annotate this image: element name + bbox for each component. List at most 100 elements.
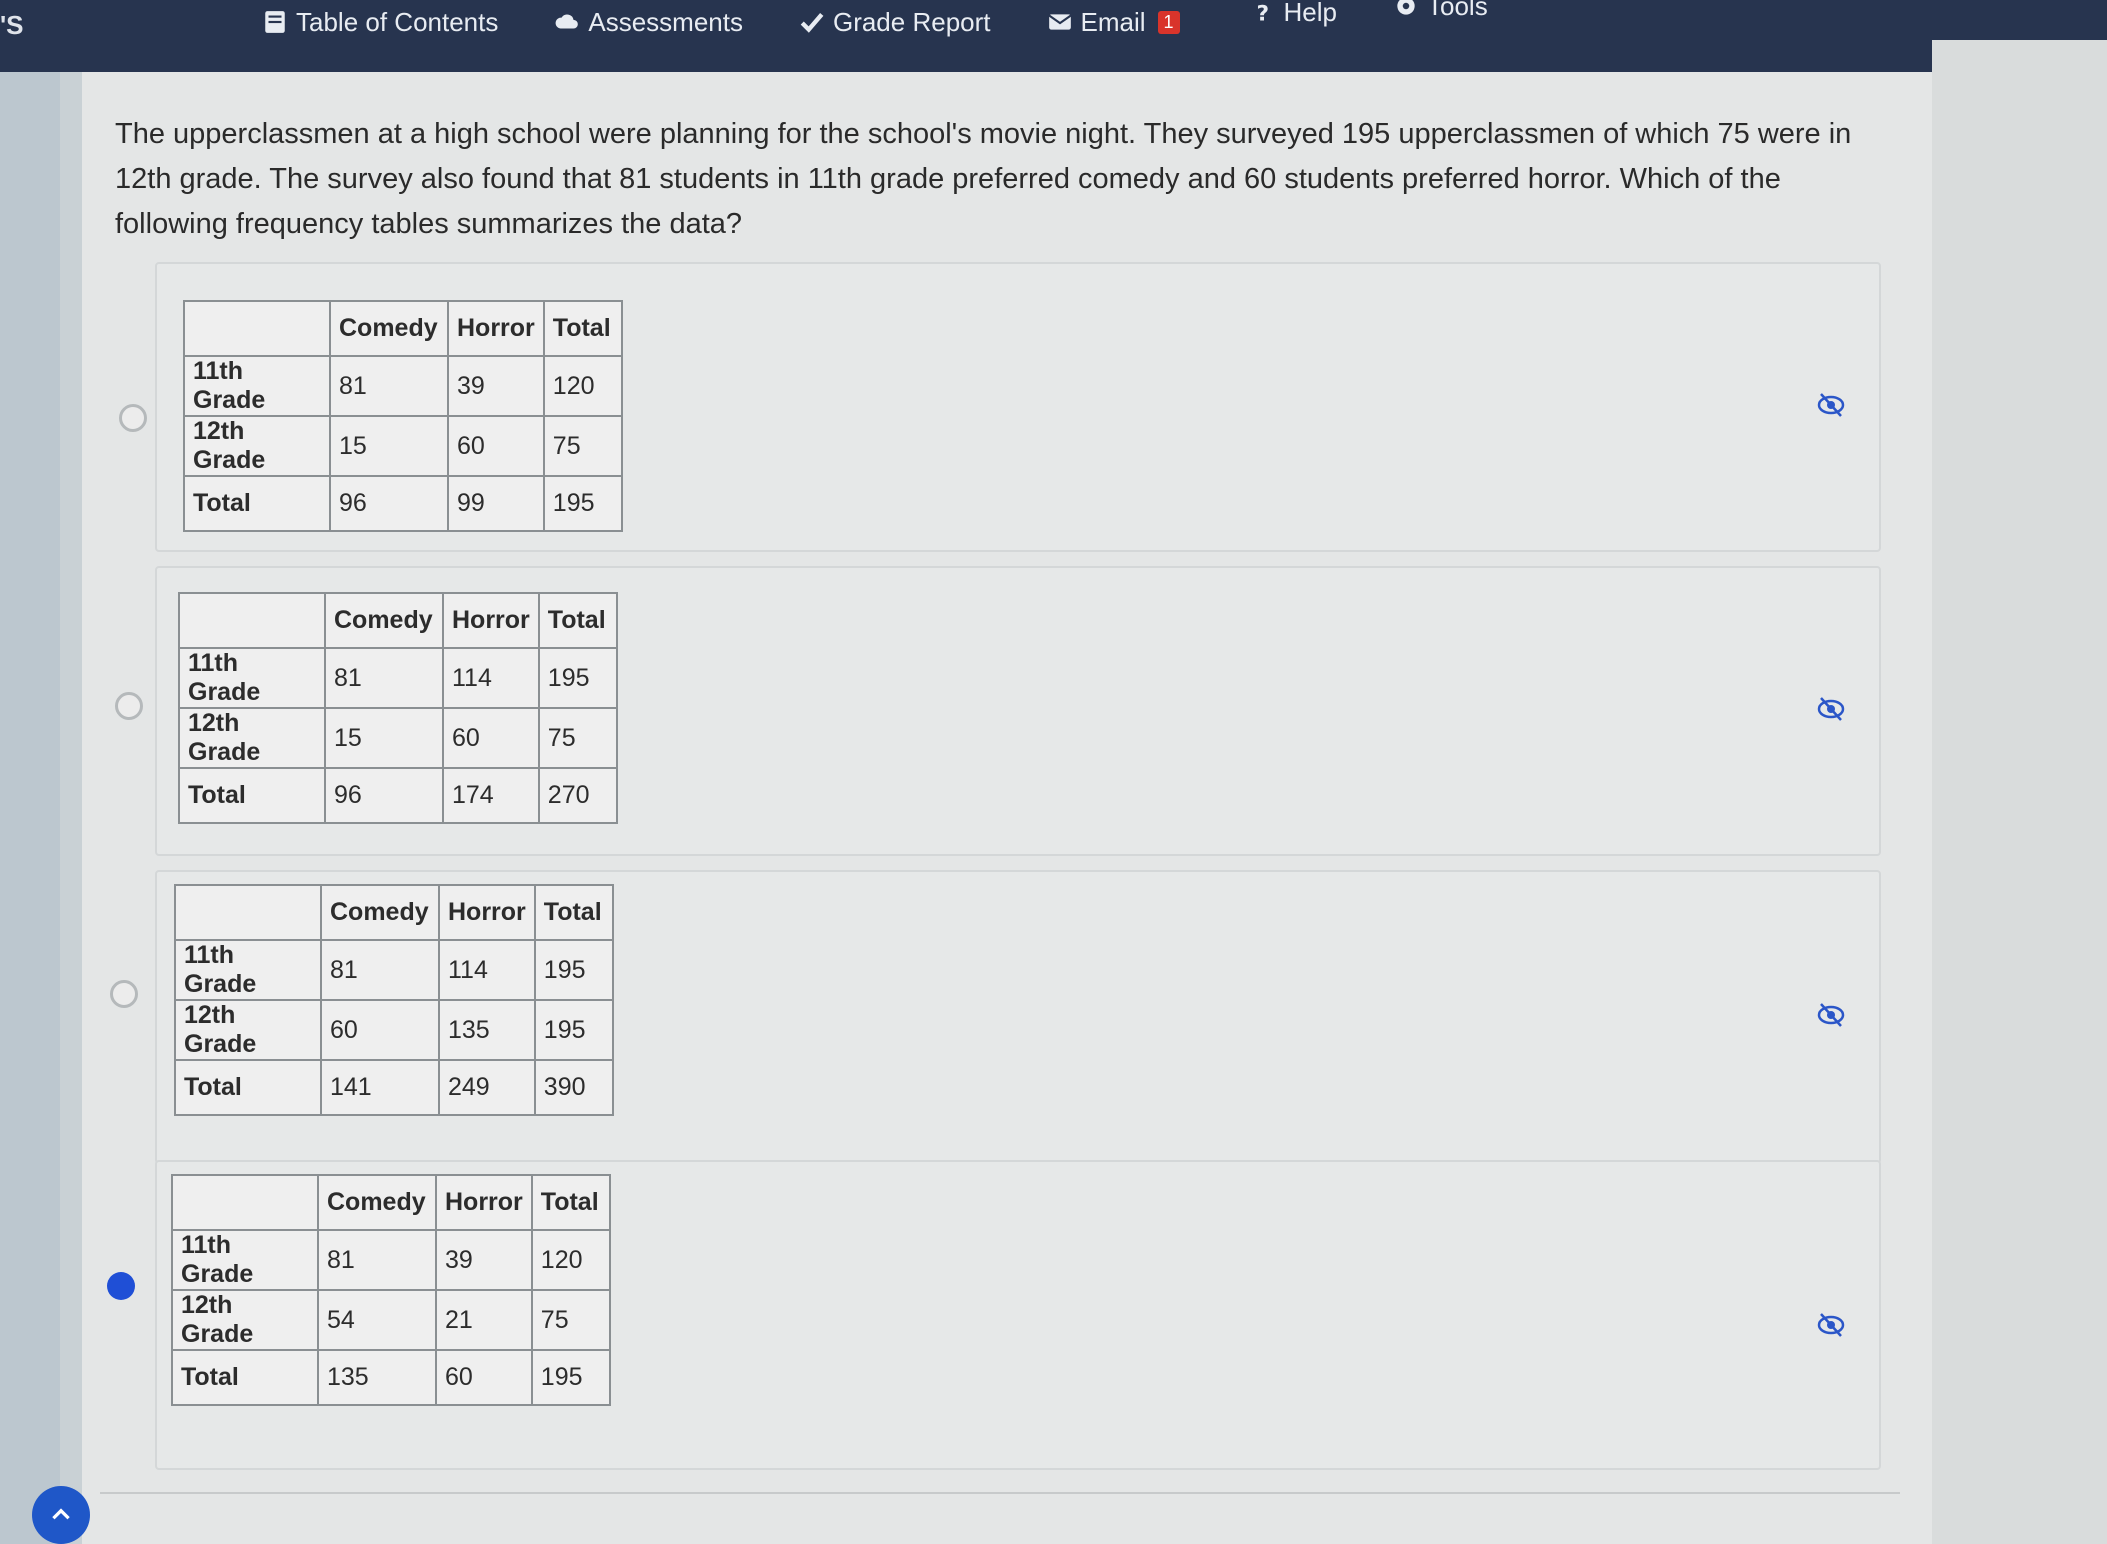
svg-text:?: ? bbox=[1256, 2, 1269, 25]
table-cell: 54 bbox=[317, 1289, 437, 1351]
table-row: 12th Grade 15 60 75 bbox=[183, 415, 623, 477]
table-cell: 75 bbox=[542, 415, 623, 477]
eye-slash-icon[interactable] bbox=[1816, 1310, 1846, 1340]
checkmark-icon bbox=[800, 13, 824, 33]
table-cell: 81 bbox=[320, 939, 440, 1001]
table-cell: 15 bbox=[329, 415, 449, 477]
table-cell: 135 bbox=[317, 1349, 437, 1406]
table-header-horror: Horror bbox=[438, 884, 536, 941]
table-cell: 60 bbox=[447, 415, 545, 477]
table-cell: 96 bbox=[324, 767, 444, 824]
nav-label: Table of Contents bbox=[296, 6, 499, 37]
table-header-comedy: Comedy bbox=[329, 300, 449, 357]
table-row: 12th Grade 54 21 75 bbox=[171, 1289, 611, 1351]
email-count-badge: 1 bbox=[1157, 10, 1180, 34]
table-header-horror: Horror bbox=[435, 1174, 533, 1231]
table-cell: 114 bbox=[438, 939, 536, 1001]
eye-slash-icon[interactable] bbox=[1816, 694, 1846, 724]
sidebar-edge bbox=[60, 72, 82, 1544]
table-cell: Total bbox=[174, 1059, 322, 1116]
table-cell: 11th Grade bbox=[183, 355, 331, 417]
nav-tools[interactable]: Tools bbox=[1393, 0, 1488, 24]
table-cell: 60 bbox=[435, 1349, 533, 1406]
table-cell: 120 bbox=[530, 1229, 611, 1291]
chevron-up-icon bbox=[52, 1508, 70, 1520]
nav-menu: Table of Contents Assessments Grade Repo… bbox=[262, 0, 1544, 40]
table-row: 11th Grade 81 39 120 bbox=[171, 1229, 611, 1291]
brand-fragment: 'S bbox=[0, 10, 24, 40]
table-header-total: Total bbox=[530, 1174, 611, 1231]
table-cell: 270 bbox=[537, 767, 618, 824]
table-cell: 174 bbox=[442, 767, 540, 824]
question-icon: ? bbox=[1256, 2, 1269, 25]
frequency-table-1: Comedy Horror Total 11th Grade 81 39 120… bbox=[183, 300, 623, 532]
table-cell: 114 bbox=[442, 647, 540, 709]
nav-assessments[interactable]: Assessments bbox=[554, 4, 743, 40]
table-cell: 249 bbox=[438, 1059, 536, 1116]
nav-label: Tools bbox=[1427, 0, 1488, 21]
nav-label: Email bbox=[1080, 6, 1146, 37]
table-row: 11th Grade 81 39 120 bbox=[183, 355, 623, 417]
table-cell: 96 bbox=[329, 475, 449, 532]
table-cell: 12th Grade bbox=[174, 999, 322, 1061]
table-cell: 15 bbox=[324, 707, 444, 769]
nav-label: Help bbox=[1283, 0, 1338, 27]
eye-slash-icon[interactable] bbox=[1816, 1000, 1846, 1030]
table-cell: 11th Grade bbox=[174, 939, 322, 1001]
scroll-to-top-button[interactable] bbox=[32, 1486, 90, 1544]
table-row: 12th Grade 60 135 195 bbox=[174, 999, 614, 1061]
envelope-icon bbox=[1048, 14, 1071, 30]
table-cell: 81 bbox=[329, 355, 449, 417]
eye-slash-icon[interactable] bbox=[1816, 390, 1846, 420]
table-header-comedy: Comedy bbox=[317, 1174, 437, 1231]
table-cell: 195 bbox=[542, 475, 623, 532]
table-cell: 390 bbox=[533, 1059, 614, 1116]
table-cell: 81 bbox=[317, 1229, 437, 1291]
table-row: 12th Grade 15 60 75 bbox=[178, 707, 618, 769]
answer-radio-3[interactable] bbox=[110, 980, 138, 1008]
table-cell: 12th Grade bbox=[171, 1289, 319, 1351]
table-row: Total 96 174 270 bbox=[178, 767, 618, 824]
table-cell: 11th Grade bbox=[178, 647, 326, 709]
left-sidebar bbox=[0, 72, 60, 1544]
answer-radio-2[interactable] bbox=[115, 692, 143, 720]
table-cell: 120 bbox=[542, 355, 623, 417]
nav-grade-report[interactable]: Grade Report bbox=[799, 4, 991, 40]
table-header-blank bbox=[178, 592, 326, 649]
table-row: Total 141 249 390 bbox=[174, 1059, 614, 1116]
table-cell: 141 bbox=[320, 1059, 440, 1116]
table-header-comedy: Comedy bbox=[324, 592, 444, 649]
table-row: Total 96 99 195 bbox=[183, 475, 623, 532]
table-header-horror: Horror bbox=[447, 300, 545, 357]
table-cell: 39 bbox=[435, 1229, 533, 1291]
nav-help[interactable]: ? Help bbox=[1250, 0, 1337, 30]
table-header-horror: Horror bbox=[442, 592, 540, 649]
answer-radio-1[interactable] bbox=[119, 404, 147, 432]
cloud-icon bbox=[555, 14, 579, 29]
table-header-total: Total bbox=[542, 300, 623, 357]
gear-icon bbox=[1397, 0, 1415, 15]
table-cell: 60 bbox=[442, 707, 540, 769]
table-cell: 11th Grade bbox=[171, 1229, 319, 1291]
frequency-table-3: Comedy Horror Total 11th Grade 81 114 19… bbox=[174, 884, 614, 1116]
question-text: The upperclassmen at a high school were … bbox=[115, 118, 1852, 240]
table-cell: 195 bbox=[533, 999, 614, 1061]
table-cell: 12th Grade bbox=[178, 707, 326, 769]
nav-table-of-contents[interactable]: Table of Contents bbox=[262, 4, 498, 40]
nav-email[interactable]: Email 1 bbox=[1047, 4, 1180, 40]
table-row: 11th Grade 81 114 195 bbox=[174, 939, 614, 1001]
answer-radio-4-selected[interactable] bbox=[107, 1272, 135, 1300]
table-cell: 195 bbox=[530, 1349, 611, 1406]
table-header-comedy: Comedy bbox=[320, 884, 440, 941]
table-cell: Total bbox=[178, 767, 326, 824]
frequency-table-2: Comedy Horror Total 11th Grade 81 114 19… bbox=[178, 592, 618, 824]
nav-label: Assessments bbox=[588, 6, 743, 37]
table-row: Total 135 60 195 bbox=[171, 1349, 611, 1406]
table-cell: Total bbox=[171, 1349, 319, 1406]
table-cell: 39 bbox=[447, 355, 545, 417]
frequency-table-4: Comedy Horror Total 11th Grade 81 39 120… bbox=[171, 1174, 611, 1406]
table-cell: 75 bbox=[537, 707, 618, 769]
table-cell: 135 bbox=[438, 999, 536, 1061]
book-icon bbox=[265, 11, 285, 33]
table-cell: 195 bbox=[533, 939, 614, 1001]
